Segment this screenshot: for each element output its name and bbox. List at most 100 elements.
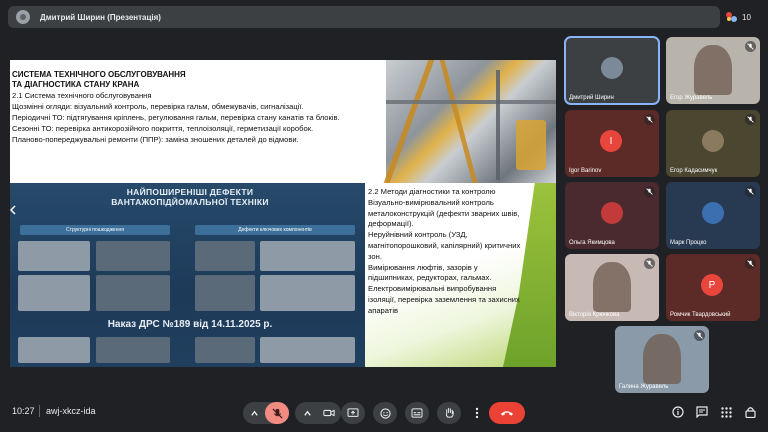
chat-button[interactable] (694, 404, 710, 420)
participant-name: Дмитрий Ширин (569, 95, 614, 101)
defects-poster: НАЙПОШИРЕНІШІ ДЕФЕКТИ ВАНТАЖОПІДЙОМАЛЬНО… (10, 183, 365, 367)
more-icon (475, 407, 479, 419)
emoji-icon (379, 407, 391, 419)
present-button[interactable] (341, 402, 365, 424)
video-options-button[interactable] (296, 409, 318, 418)
poster-image-beam (18, 241, 90, 271)
captions-icon (411, 408, 423, 418)
chat-icon (696, 406, 708, 418)
mic-toggle-button[interactable] (265, 402, 289, 424)
host-controls-button[interactable] (742, 404, 758, 420)
lock-icon (744, 407, 756, 418)
presenter-title: Дмитрий Ширин (Презентація) (40, 12, 161, 22)
divider (39, 405, 40, 417)
mic-control-group (243, 402, 289, 424)
bottom-bar: 10:27 awj-xkcz-ida (0, 396, 768, 432)
participant-tile[interactable]: Вікторія Крючкова (565, 254, 659, 321)
mic-off-icon (644, 258, 655, 269)
section2-text: 2.2 Методи діагностики та контролю Візуа… (368, 187, 523, 317)
mic-off-icon (745, 258, 756, 269)
section2-line: Електровимірювальні випробування ізоляці… (368, 284, 520, 315)
crane-photo (383, 60, 556, 183)
clock: 10:27 (12, 406, 35, 416)
participant-name: Егор Кадасимчук (670, 168, 718, 174)
participant-name: Галина Журавель (619, 384, 669, 390)
poster-title: НАЙПОШИРЕНІШІ ДЕФЕКТИ ВАНТАЖОПІДЙОМАЛЬНО… (70, 187, 310, 207)
poster-text-block (195, 337, 255, 363)
mic-off-icon (271, 407, 283, 419)
participant-video (593, 262, 631, 312)
section1-line: Періодичні ТО: підтягування кріплень, ре… (12, 113, 340, 122)
mic-off-icon (694, 330, 705, 341)
section1-line: Планово-попереджувальні ремонти (ППР): з… (12, 135, 299, 144)
slide-section2: 2.2 Методи діагностики та контролю Візуа… (365, 183, 556, 367)
meeting-info-button[interactable] (670, 404, 686, 420)
participant-name: Марк Процко (670, 240, 707, 246)
poster-text-block (195, 241, 255, 271)
poster-text-block (96, 275, 170, 311)
participant-name: Ольга Якимцова (569, 240, 615, 246)
presenter-avatar (16, 10, 30, 24)
apps-icon (720, 406, 732, 418)
section2-line: Вимірювання люфтів, зазорів у підшипника… (368, 262, 492, 283)
participant-photo-avatar (702, 202, 724, 224)
poster-text-block (96, 337, 170, 363)
poster-order-stamp: Наказ ДРС №189 від 14.11.2025 р. (107, 319, 273, 330)
section1-line: Сезонні ТО: перевірка антикорозійного по… (12, 124, 314, 133)
chevron-up-icon (303, 410, 311, 416)
participant-tile[interactable]: Дмитрий Ширин (564, 36, 660, 105)
poster-image-rail (18, 337, 90, 363)
reactions-button[interactable] (373, 402, 397, 424)
captions-button[interactable] (405, 402, 429, 424)
section1-line: Щозмінні огляди: візуальний контроль, пе… (12, 102, 304, 111)
participant-initial-avatar: Р (701, 274, 723, 296)
participant-tile[interactable]: Галина Журавель (615, 326, 709, 393)
slide-top-section: СИСТЕМА ТЕХНІЧНОГО ОБСЛУГОВУВАННЯ ТА ДІА… (10, 60, 556, 183)
end-call-icon (500, 411, 514, 416)
participant-name: Igor Barinov (569, 168, 602, 174)
section2-line: Неруйнівний контроль (УЗД, магнітопорошк… (368, 230, 521, 261)
participant-photo-avatar (601, 202, 623, 224)
slide-heading-line1: СИСТЕМА ТЕХНІЧНОГО ОБСЛУГОВУВАННЯ (12, 70, 186, 79)
participant-tile[interactable]: Егор Журавель (666, 37, 760, 104)
poster-text-block (96, 241, 170, 271)
section1-title: 2.1 Система технічного обслуговування (12, 91, 152, 100)
participant-name: Вікторія Крючкова (569, 312, 620, 318)
participant-initial-avatar: I (600, 130, 622, 152)
chevron-up-icon (250, 410, 258, 416)
end-call-button[interactable] (489, 402, 525, 424)
raise-hand-button[interactable] (437, 402, 461, 424)
presenter-bar: Дмитрий Ширин (Презентація) (8, 6, 720, 28)
section2-line: 2.2 Методи діагностики та контролю (368, 187, 496, 196)
poster-text-block (195, 275, 255, 311)
poster-image-rope (260, 241, 355, 271)
participants-avatars-icon (726, 11, 738, 23)
audio-options-button[interactable] (243, 402, 265, 424)
participant-tile[interactable]: Егор Кадасимчук (666, 110, 760, 177)
presentation-slide: СИСТЕМА ТЕХНІЧНОГО ОБСЛУГОВУВАННЯ ТА ДІА… (10, 60, 556, 367)
participant-video (643, 334, 681, 384)
participant-count: 10 (742, 12, 751, 22)
poster-image-motor (260, 275, 355, 311)
slide-prev-icon[interactable] (10, 205, 16, 215)
present-icon (347, 408, 359, 417)
section2-line: Візуально-вимірювальний контроль металок… (368, 197, 520, 229)
slide-section1: СИСТЕМА ТЕХНІЧНОГО ОБСЛУГОВУВАННЯ ТА ДІА… (12, 70, 396, 145)
more-options-button[interactable] (469, 402, 485, 424)
camera-icon (323, 409, 335, 417)
poster-column-left: Структурні пошкодження (20, 225, 170, 235)
activities-button[interactable] (718, 404, 734, 420)
camera-control-group (295, 402, 341, 424)
mic-off-icon (745, 114, 756, 125)
participant-photo-avatar (601, 57, 623, 79)
participant-tile[interactable]: Р Ромчик Твардовський (666, 254, 760, 321)
poster-image-panel (260, 337, 355, 363)
meeting-code[interactable]: awj-xkcz-ida (46, 406, 96, 416)
camera-toggle-button[interactable] (318, 408, 340, 418)
participant-tile[interactable]: Марк Процко (666, 182, 760, 249)
poster-title-line2: ВАНТАЖОПІДЙОМАЛЬНОЇ ТЕХНІКИ (111, 197, 269, 207)
participant-tile[interactable]: I Igor Barinov (565, 110, 659, 177)
mic-off-icon (644, 114, 655, 125)
participant-count-button[interactable]: 10 (726, 8, 760, 26)
participant-tile[interactable]: Ольга Якимцова (565, 182, 659, 249)
